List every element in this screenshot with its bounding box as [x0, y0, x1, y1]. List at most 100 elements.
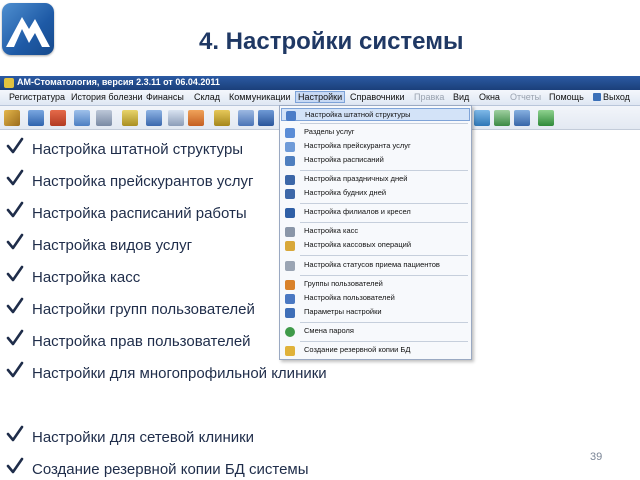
menu-help[interactable]: Помощь	[549, 92, 584, 102]
menu-separator	[300, 222, 468, 223]
checkmark-icon	[6, 425, 24, 442]
branches-icon	[285, 208, 295, 218]
parameters-icon	[285, 308, 295, 318]
menu-communications[interactable]: Коммуникации	[229, 92, 291, 102]
page-number: 39	[590, 451, 603, 463]
menu-item-patient-statuses[interactable]: Настройка статусов приема пациентов	[281, 259, 470, 272]
table-icon[interactable]	[122, 110, 138, 126]
user-groups-icon	[285, 280, 295, 290]
checkmark-icon	[6, 297, 24, 314]
cash-icon[interactable]	[214, 110, 230, 126]
menu-item-label: Создание резервной копии БД	[304, 345, 411, 354]
list-item-text: Настройка видов услуг	[32, 237, 193, 254]
status-icon	[285, 261, 295, 271]
structure-icon	[286, 111, 296, 121]
checkmark-icon	[6, 361, 24, 378]
report-icon[interactable]	[146, 110, 162, 126]
menu-finance[interactable]: Финансы	[146, 92, 184, 102]
menu-item-label: Настройка филиалов и кресел	[304, 207, 411, 216]
menu-item-change-password[interactable]: Смена пароля	[281, 325, 470, 338]
menu-bar: Регистратура История болезни Финансы Скл…	[0, 90, 640, 106]
menu-windows[interactable]: Окна	[479, 92, 500, 102]
cash-operations-icon	[285, 241, 295, 251]
menu-item-label: Настройка пользователей	[304, 293, 395, 302]
list-item-text: Настройки групп пользователей	[32, 301, 255, 318]
list-item-text: Настройка штатной структуры	[32, 141, 244, 158]
pencil-icon[interactable]	[4, 110, 20, 126]
menu-item-label: Настройка праздничных дней	[304, 174, 408, 183]
menu-item-label: Разделы услуг	[304, 127, 355, 136]
menu-item-backup-db[interactable]: Создание резервной копии БД	[281, 344, 470, 357]
menu-item-label: Настройка прейскуранта услуг	[304, 141, 411, 150]
menu-settings[interactable]: Настройки	[295, 91, 346, 103]
patient-card-icon[interactable]	[28, 110, 44, 126]
menu-item-branches-chairs[interactable]: Настройка филиалов и кресел	[281, 206, 470, 219]
green-book-icon[interactable]	[538, 110, 554, 126]
print-icon[interactable]	[238, 110, 254, 126]
menu-item-label: Смена пароля	[304, 326, 354, 335]
checkmark-icon	[6, 169, 24, 186]
menu-exit[interactable]: Выход	[593, 92, 630, 102]
menu-item-cash-operations[interactable]: Настройка кассовых операций	[281, 239, 470, 252]
menu-item-user-groups[interactable]: Группы пользователей	[281, 278, 470, 291]
menu-item-price-list[interactable]: Настройка прейскуранта услуг	[281, 140, 470, 153]
sections-icon	[285, 128, 295, 138]
menu-item-label: Настройка штатной структуры	[305, 110, 411, 119]
checkmark-icon	[6, 265, 24, 282]
app-logo	[2, 3, 54, 55]
refresh-icon[interactable]	[474, 110, 490, 126]
menu-item-parameters[interactable]: Параметры настройки	[281, 306, 470, 319]
list-item: Создание резервной копии БД системы	[6, 452, 366, 480]
menu-item-label: Настройка статусов приема пациентов	[304, 260, 440, 269]
menu-item-weekdays[interactable]: Настройка будних дней	[281, 187, 470, 200]
list-item-text: Создание резервной копии БД системы	[32, 461, 309, 478]
people-icon[interactable]	[50, 110, 66, 126]
menu-separator	[300, 322, 468, 323]
checkmark-icon	[6, 329, 24, 346]
menu-warehouse[interactable]: Склад	[194, 92, 220, 102]
menu-item-label: Настройка будних дней	[304, 188, 387, 197]
users-toolbar-icon[interactable]	[188, 110, 204, 126]
menu-item-label: Настройка расписаний	[304, 155, 384, 164]
menu-view[interactable]: Вид	[453, 92, 469, 102]
list-item-text: Настройка расписаний работы	[32, 205, 247, 222]
menu-separator	[300, 203, 468, 204]
menu-edit[interactable]: Правка	[414, 92, 444, 102]
list-item-text: Настройка прав пользователей	[32, 333, 251, 350]
chart-toolbar-icon[interactable]	[494, 110, 510, 126]
menu-separator	[300, 170, 468, 171]
menu-item-staff-structure[interactable]: Настройка штатной структуры	[281, 108, 470, 121]
holiday-calendar-icon	[285, 175, 295, 185]
book-icon[interactable]	[514, 110, 530, 126]
slide-title: 4. Настройки системы	[199, 28, 464, 55]
list-item-text: Настройки для многопрофильной клиники	[32, 365, 327, 382]
price-list-icon	[285, 142, 295, 152]
menu-item-users[interactable]: Настройка пользователей	[281, 292, 470, 305]
menu-item-service-sections[interactable]: Разделы услуг	[281, 126, 470, 139]
menu-item-cash-registers[interactable]: Настройка касс	[281, 225, 470, 238]
menu-registratura[interactable]: Регистратура	[9, 92, 65, 102]
mail-icon[interactable]	[258, 110, 274, 126]
menu-medical-history[interactable]: История болезни	[71, 92, 143, 102]
menu-references[interactable]: Справочники	[350, 92, 405, 102]
menu-separator	[300, 275, 468, 276]
menu-separator	[300, 255, 468, 256]
backup-database-icon	[285, 346, 295, 356]
window-titlebar: АМ-Стоматология, версия 2.3.11 от 06.04.…	[0, 76, 640, 90]
checkmark-icon	[6, 457, 24, 474]
checkmark-icon	[6, 201, 24, 218]
menu-item-holidays[interactable]: Настройка праздничных дней	[281, 173, 470, 186]
keyboard-icon[interactable]	[96, 110, 112, 126]
document-icon[interactable]	[74, 110, 90, 126]
schedule-icon	[285, 156, 295, 166]
list-icon[interactable]	[168, 110, 184, 126]
users-icon	[285, 294, 295, 304]
list-item: Настройки для сетевой клиники	[6, 420, 366, 452]
menu-item-schedules[interactable]: Настройка расписаний	[281, 154, 470, 167]
menu-exit-label: Выход	[603, 92, 630, 102]
menu-item-label: Группы пользователей	[304, 279, 383, 288]
menu-reports[interactable]: Отчеты	[510, 92, 541, 102]
checkmark-icon	[6, 233, 24, 250]
password-icon	[285, 327, 295, 337]
settings-dropdown-menu: Настройка штатной структуры Разделы услу…	[279, 105, 472, 360]
